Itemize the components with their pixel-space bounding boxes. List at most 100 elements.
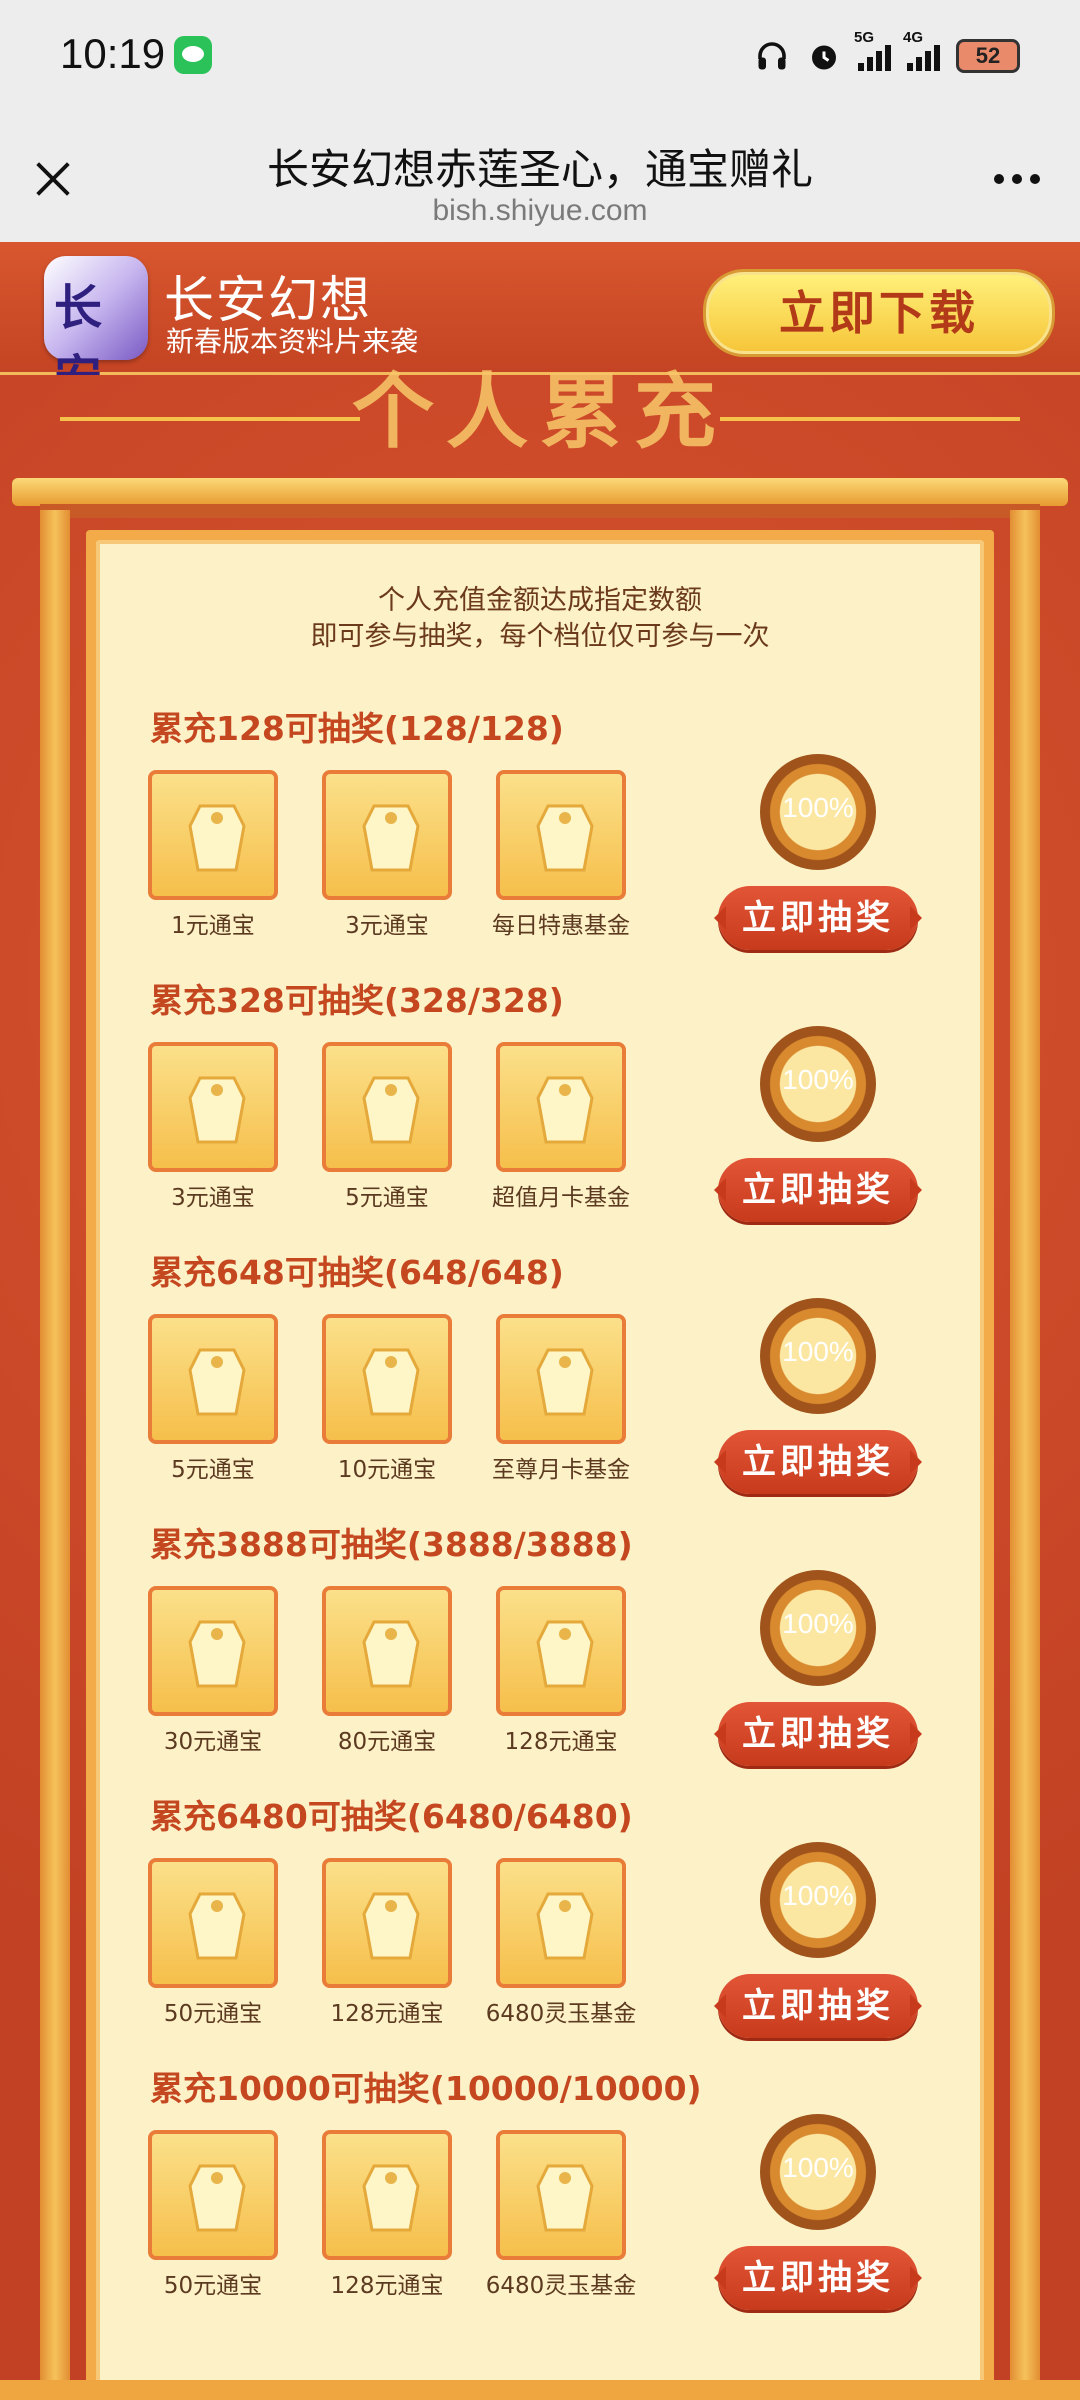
reward-item[interactable] [148,2130,278,2260]
draw-button[interactable]: 立即抽奖 [714,886,922,950]
browser-nav-bar: 长安幻想赤莲圣心，通宝赠礼 bish.shiyue.com [0,116,1080,242]
progress-ring: 100% [760,2114,876,2230]
reward-icon [536,1620,594,1688]
reward-label: 6480灵玉基金 [485,2001,637,2027]
frame-pillar-left [40,510,70,2400]
reward-item[interactable] [322,1042,452,1172]
reward-label: 6480灵玉基金 [485,2273,637,2299]
reward-item[interactable] [496,2130,626,2260]
reward-label: 30元通宝 [163,1729,263,1755]
reward-item[interactable] [148,1042,278,1172]
alarm-icon [812,45,836,70]
reward-item[interactable] [496,770,626,900]
tier-title: 累充10000可抽奖(10000/10000) [150,2069,702,2108]
draw-button[interactable]: 立即抽奖 [714,1430,922,1494]
progress-text: 100% [782,1880,854,1911]
reward-label: 1元通宝 [171,913,255,939]
reward-icon [536,1892,594,1960]
draw-button[interactable]: 立即抽奖 [714,1158,922,1222]
frame-bottom [0,2380,1080,2400]
reward-label: 超值月卡基金 [492,1185,630,1211]
scroll-frame-rail [40,504,1040,518]
tier-title: 累充328可抽奖(328/328) [150,981,564,1020]
reward-icon [362,1620,420,1688]
reward-label: 128元通宝 [330,2273,444,2299]
wechat-icon [174,36,212,74]
reward-item[interactable] [322,1586,452,1716]
reward-item[interactable] [148,770,278,900]
reward-icon [362,2164,420,2232]
more-icon[interactable] [994,174,1040,184]
reward-icon [536,2164,594,2232]
reward-item[interactable] [148,1858,278,1988]
progress-ring: 100% [760,1842,876,1958]
reward-icon [188,1892,246,1960]
reward-label: 3元通宝 [171,1185,255,1211]
scroll-frame-top [12,478,1068,506]
reward-icon [362,804,420,872]
network-5g-label: 5G [854,29,875,46]
intro-line-1: 个人充值金额达成指定数额 [378,585,702,616]
section-title: 个人累充 [351,365,728,460]
download-button[interactable]: 立即下载 [706,272,1052,354]
reward-item[interactable] [322,1314,452,1444]
draw-button[interactable]: 立即抽奖 [714,1974,922,2038]
draw-button[interactable]: 立即抽奖 [714,1702,922,1766]
reward-label: 80元通宝 [337,1729,437,1755]
reward-icon [362,1892,420,1960]
page-title: 长安幻想赤莲圣心，通宝赠礼 [266,145,813,194]
reward-item[interactable] [496,1858,626,1988]
tier-title: 累充648可抽奖(648/648) [150,1253,564,1292]
reward-item[interactable] [496,1042,626,1172]
reward-icon [362,1348,420,1416]
progress-text: 100% [782,1064,854,1095]
signal-4g-icon: 4G [903,29,940,71]
tier-title: 累充128可抽奖(128/128) [150,709,564,748]
reward-item[interactable] [322,770,452,900]
signal-5g-icon: 5G [854,29,891,71]
progress-ring: 100% [760,1026,876,1142]
battery-icon: 52 [956,39,1020,73]
reward-icon [188,1076,246,1144]
progress-text: 100% [782,2152,854,2183]
reward-label: 5元通宝 [171,1457,255,1483]
reward-label: 5元通宝 [345,1185,429,1211]
draw-button[interactable]: 立即抽奖 [714,2246,922,2310]
reward-label: 至尊月卡基金 [492,1457,630,1483]
status-bar: 10:19 5G 4G 52 [0,0,1080,116]
reward-icon [362,1076,420,1144]
progress-ring: 100% [760,1298,876,1414]
network-4g-label: 4G [903,29,924,46]
section-header: 个人累充 [60,365,1020,465]
progress-ring: 100% [760,1570,876,1686]
reward-icon [536,804,594,872]
tier-title: 累充6480可抽奖(6480/6480) [150,1797,633,1836]
reward-item[interactable] [148,1586,278,1716]
progress-ring: 100% [760,754,876,870]
reward-label: 每日特惠基金 [492,913,630,939]
page-url: bish.shiyue.com [432,194,648,227]
reward-item[interactable] [148,1314,278,1444]
progress-text: 100% [782,1608,854,1639]
reward-label: 128元通宝 [504,1729,618,1755]
reward-icon [188,1348,246,1416]
tier-title: 累充3888可抽奖(3888/3888) [150,1525,633,1564]
reward-label: 10元通宝 [337,1457,437,1483]
reward-icon [536,1076,594,1144]
frame-pillar-right [1010,510,1040,2400]
reward-item[interactable] [496,1586,626,1716]
reward-label: 50元通宝 [163,2273,263,2299]
headphones-icon [758,42,786,70]
status-time: 10:19 [60,30,166,77]
reward-icon [536,1348,594,1416]
reward-icon [188,1620,246,1688]
progress-text: 100% [782,1336,854,1367]
reward-item[interactable] [322,1858,452,1988]
reward-item[interactable] [496,1314,626,1444]
reward-item[interactable] [322,2130,452,2260]
progress-text: 100% [782,792,854,823]
status-icons: 5G 4G 52 [754,29,1020,78]
reward-label: 50元通宝 [163,2001,263,2027]
reward-icon [188,2164,246,2232]
reward-icon [188,804,246,872]
